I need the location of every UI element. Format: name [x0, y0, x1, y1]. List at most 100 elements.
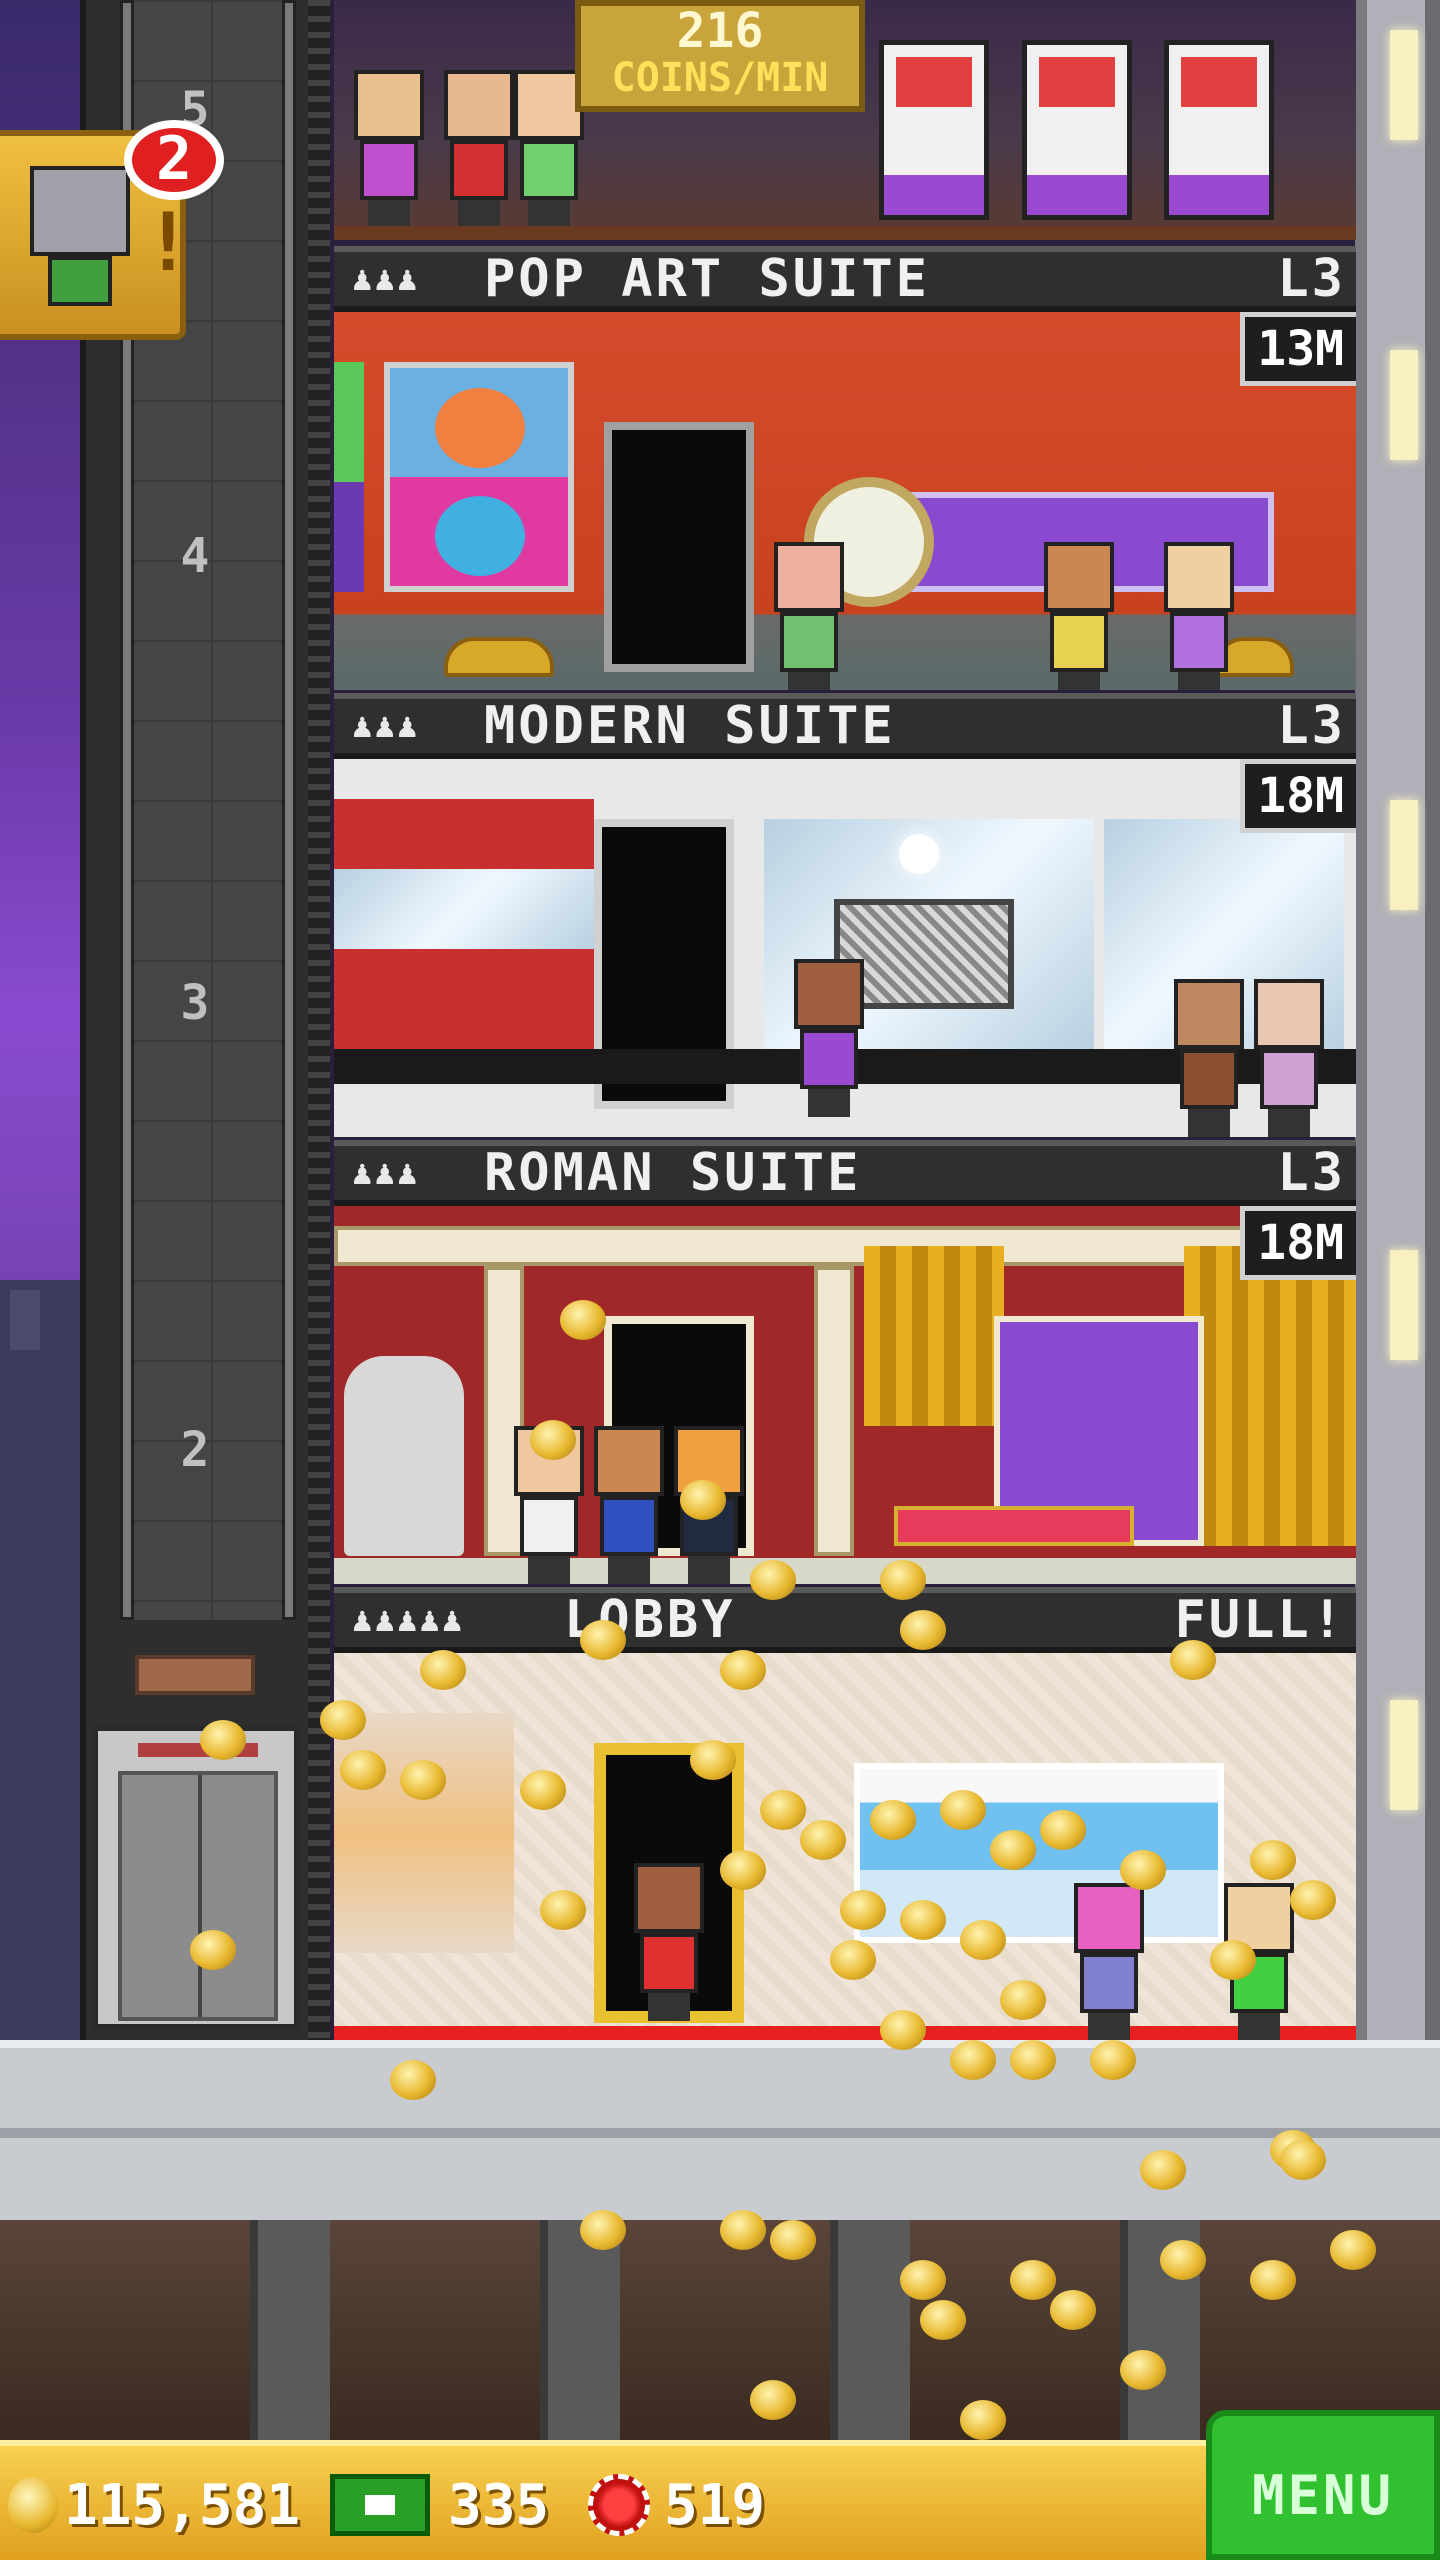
foundation-pillar [540, 2220, 620, 2440]
falling-coin[interactable] [1120, 1850, 1166, 1890]
foundation-pillar [830, 2220, 910, 2440]
falling-coin[interactable] [680, 1480, 726, 1520]
alert-icon: ! [144, 196, 193, 289]
bux-counter: 335 [330, 2470, 549, 2540]
floor-label-bar[interactable]: ♟♟♟ POP ART SUITE L3 [334, 246, 1356, 312]
falling-coin[interactable] [1250, 2260, 1296, 2300]
falling-coin[interactable] [870, 1800, 916, 1840]
falling-coin[interactable] [720, 2210, 766, 2250]
falling-coin[interactable] [900, 2260, 946, 2300]
elevator-floor-number: 2 [180, 1422, 210, 1478]
falling-coin[interactable] [1010, 2040, 1056, 2080]
falling-coin[interactable] [720, 1850, 766, 1890]
falling-coin[interactable] [900, 1900, 946, 1940]
falling-coin[interactable] [750, 1560, 796, 1600]
notification-badge: 2 [124, 120, 224, 200]
falling-coin[interactable] [1290, 1880, 1336, 1920]
falling-coin[interactable] [520, 1770, 566, 1810]
falling-coin[interactable] [960, 2400, 1006, 2440]
window-light [1390, 1250, 1418, 1360]
menu-button[interactable]: MENU [1206, 2410, 1440, 2560]
floor-level: L3 [1277, 249, 1346, 309]
restock-timer: 18M [1240, 1206, 1356, 1280]
floor-label-bar[interactable]: ♟♟♟ ROMAN SUITE L3 [334, 1140, 1356, 1206]
falling-coin[interactable] [560, 1300, 606, 1340]
falling-coin[interactable] [1160, 2240, 1206, 2280]
bux-value: 335 [448, 2472, 550, 2538]
falling-coin[interactable] [400, 1760, 446, 1800]
pop-art-painting [384, 362, 574, 592]
falling-coin[interactable] [390, 2060, 436, 2100]
restock-timer: 13M [1240, 312, 1356, 386]
falling-coin[interactable] [580, 2210, 626, 2250]
falling-coin[interactable] [1140, 2150, 1186, 2190]
falling-coin[interactable] [540, 1890, 586, 1930]
pendant-lamp [899, 834, 939, 874]
gem-icon [588, 2474, 650, 2536]
floor-name: MODERN SUITE [484, 696, 896, 756]
floor-level: L3 [1277, 1143, 1346, 1203]
falling-coin[interactable] [1040, 1810, 1086, 1850]
floor-room[interactable] [334, 1653, 1356, 2040]
underground [0, 2220, 1440, 2440]
floor-room[interactable]: 13M [334, 312, 1356, 690]
falling-coin[interactable] [750, 2380, 796, 2420]
falling-coin[interactable] [880, 2010, 926, 2050]
red-carpet [334, 2026, 1356, 2040]
coins-per-min-badge: 216 COINS/MIN [575, 0, 865, 112]
residents-icon: ♟♟♟ [352, 259, 420, 299]
roman-column [814, 1266, 854, 1556]
falling-coin[interactable] [1050, 2290, 1096, 2330]
elevator-floor-number: 3 [180, 975, 210, 1031]
falling-coin[interactable] [1330, 2230, 1376, 2270]
roman-chaise-lounge [894, 1506, 1134, 1546]
gold-curtain [1184, 1246, 1356, 1546]
falling-coin[interactable] [1120, 2350, 1166, 2390]
falling-coin[interactable] [960, 1920, 1006, 1960]
falling-coin[interactable] [690, 1740, 736, 1780]
elevator-car[interactable] [92, 1725, 300, 2030]
gems-counter: 519 [588, 2470, 765, 2540]
roman-column [484, 1266, 524, 1556]
residents-icon: ♟♟♟ [352, 706, 420, 746]
falling-coin[interactable] [990, 1830, 1036, 1870]
falling-coin[interactable] [340, 1750, 386, 1790]
floor-room[interactable]: 18M [334, 1206, 1356, 1584]
falling-coin[interactable] [1000, 1980, 1046, 2020]
falling-coin[interactable] [580, 1620, 626, 1660]
falling-coin[interactable] [760, 1790, 806, 1830]
falling-coin[interactable] [840, 1890, 886, 1930]
falling-coin[interactable] [880, 1560, 926, 1600]
falling-coin[interactable] [1280, 2140, 1326, 2180]
falling-coin[interactable] [900, 1610, 946, 1650]
restock-timer: 18M [1240, 759, 1356, 833]
tower-bux-icon [330, 2474, 430, 2536]
falling-coin[interactable] [950, 2040, 996, 2080]
falling-coin[interactable] [420, 1650, 466, 1690]
falling-coin[interactable] [770, 2220, 816, 2260]
floor-name: ROMAN SUITE [484, 1143, 862, 1203]
floor-room[interactable]: 18M [334, 759, 1356, 1137]
falling-coin[interactable] [720, 1650, 766, 1690]
falling-coin[interactable] [530, 1420, 576, 1460]
falling-coin[interactable] [920, 2300, 966, 2340]
falling-coin[interactable] [1210, 1940, 1256, 1980]
gold-curtain [864, 1246, 1004, 1426]
coins-per-min-unit: COINS/MIN [611, 55, 829, 101]
falling-coin[interactable] [1170, 1640, 1216, 1680]
window-light [1390, 350, 1418, 460]
falling-coin[interactable] [200, 1720, 246, 1760]
falling-coin[interactable] [830, 1940, 876, 1980]
falling-coin[interactable] [190, 1930, 236, 1970]
falling-coin[interactable] [1090, 2040, 1136, 2080]
falling-coin[interactable] [320, 1700, 366, 1740]
elevator-floor-number: 4 [180, 528, 210, 584]
falling-coin[interactable] [940, 1790, 986, 1830]
slot-machine [879, 40, 989, 220]
falling-coin[interactable] [1250, 1840, 1296, 1880]
floor-label-bar[interactable]: ♟♟♟ MODERN SUITE L3 [334, 693, 1356, 759]
falling-coin[interactable] [1010, 2260, 1056, 2300]
lobby-painting [334, 1713, 514, 1953]
falling-coin[interactable] [800, 1820, 846, 1860]
elevator-doors [118, 1771, 278, 2021]
